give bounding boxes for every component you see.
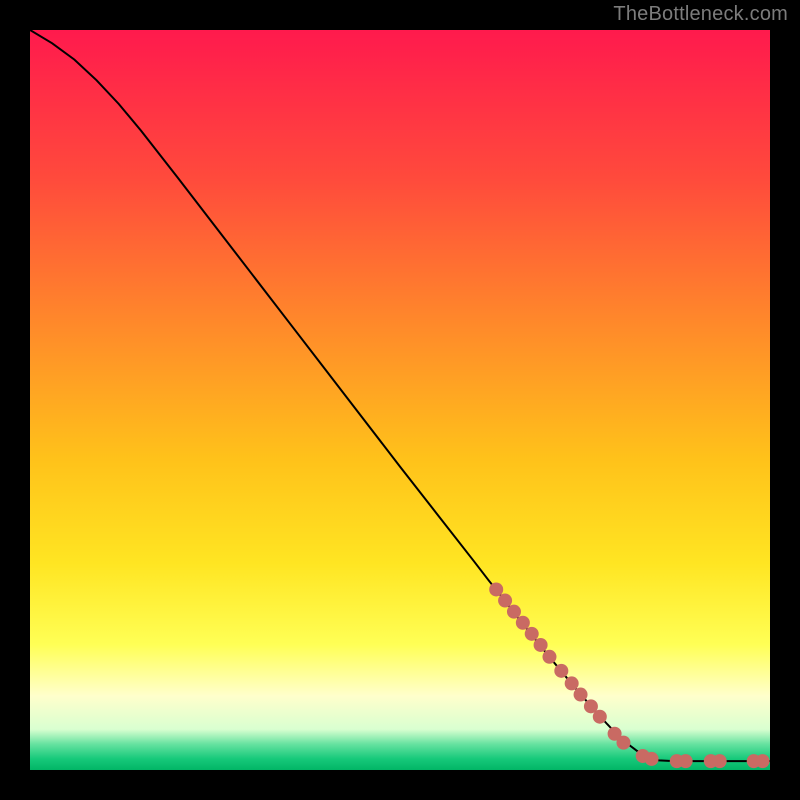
- dot-6: [534, 638, 548, 652]
- dot-22: [756, 754, 770, 768]
- dot-3: [507, 605, 521, 619]
- dot-4: [516, 616, 530, 630]
- dot-1: [489, 582, 503, 596]
- dot-18: [679, 754, 693, 768]
- dot-5: [525, 627, 539, 641]
- chart-frame: TheBottleneck.com: [0, 0, 800, 800]
- dot-16: [645, 752, 659, 766]
- dot-8: [554, 664, 568, 678]
- dot-2: [498, 594, 512, 608]
- attribution-text: TheBottleneck.com: [613, 3, 788, 26]
- dot-7: [542, 650, 556, 664]
- chart-svg: [30, 30, 770, 770]
- dot-9: [565, 676, 579, 690]
- plot-area: [30, 30, 770, 770]
- dot-20: [713, 754, 727, 768]
- dot-14: [616, 736, 630, 750]
- gradient-background: [30, 30, 770, 770]
- dot-10: [574, 688, 588, 702]
- dot-12: [593, 710, 607, 724]
